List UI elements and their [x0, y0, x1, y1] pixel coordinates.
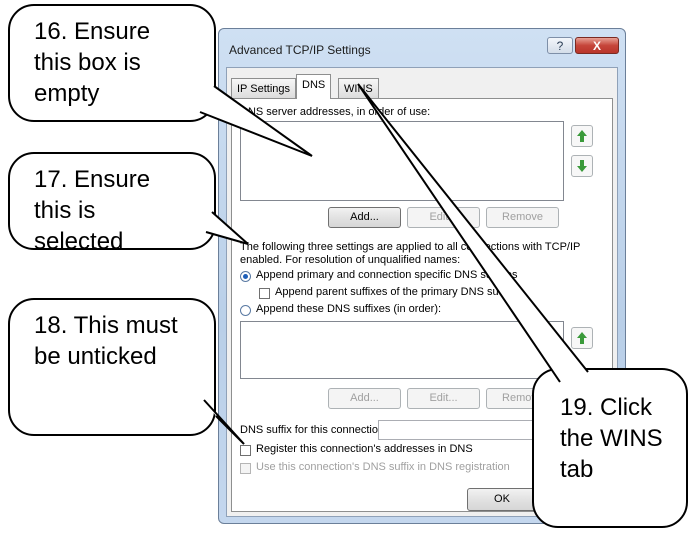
dns-suffix-label: DNS suffix for this connection: [240, 424, 388, 436]
callout-18: 18. This must be unticked [8, 298, 216, 436]
register-addresses-checkbox[interactable] [240, 445, 251, 456]
close-button[interactable]: X [575, 37, 619, 54]
settings-note-line1: The following three settings are applied… [240, 241, 581, 253]
use-suffix-registration-label: Use this connection's DNS suffix in DNS … [256, 461, 510, 473]
register-addresses-label: Register this connection's addresses in … [256, 443, 473, 455]
arrow-up-icon [577, 332, 587, 344]
arrow-down-icon [577, 160, 587, 172]
dns-server-edit-button[interactable]: Edit... [407, 207, 480, 228]
dns-server-list[interactable] [240, 121, 564, 201]
callout-19: 19. Click the WINS tab [532, 368, 688, 528]
suffix-add-button[interactable]: Add... [328, 388, 401, 409]
ok-button[interactable]: OK [467, 488, 537, 511]
settings-note-line2: enabled. For resolution of unqualified n… [240, 254, 461, 266]
tab-ip-settings[interactable]: IP Settings [231, 78, 296, 98]
dialog-title: Advanced TCP/IP Settings [229, 43, 371, 57]
append-primary-radio[interactable] [240, 271, 251, 282]
append-these-radio[interactable] [240, 305, 251, 316]
dns-servers-label: DNS server addresses, in order of use: [240, 106, 431, 118]
callout-16-text: 16. Ensure this box is empty [34, 18, 151, 107]
callout-17-text: 17. Ensure this is selected [34, 166, 151, 250]
suffix-move-up-button[interactable] [571, 327, 593, 349]
dns-suffix-list[interactable] [240, 321, 564, 379]
append-primary-label: Append primary and connection specific D… [256, 269, 518, 281]
callout-16: 16. Ensure this box is empty [8, 4, 216, 122]
suffix-edit-button[interactable]: Edit... [407, 388, 480, 409]
move-up-button[interactable] [571, 125, 593, 147]
arrow-up-icon [577, 130, 587, 142]
callout-18-text: 18. This must be unticked [34, 312, 178, 370]
tab-wins[interactable]: WINS [338, 78, 379, 98]
dns-server-remove-button[interactable]: Remove [486, 207, 559, 228]
append-parent-label: Append parent suffixes of the primary DN… [275, 286, 513, 298]
callout-19-text: 19. Click the WINS tab [560, 394, 663, 483]
help-button[interactable]: ? [547, 37, 573, 54]
dns-server-add-button[interactable]: Add... [328, 207, 401, 228]
callout-17: 17. Ensure this is selected [8, 152, 216, 250]
append-parent-checkbox[interactable] [259, 288, 270, 299]
use-suffix-registration-checkbox[interactable] [240, 463, 251, 474]
tab-dns[interactable]: DNS [296, 74, 332, 99]
append-these-label: Append these DNS suffixes (in order): [256, 303, 442, 315]
title-bar[interactable]: Advanced TCP/IP Settings ? X [219, 29, 625, 67]
move-down-button[interactable] [571, 155, 593, 177]
